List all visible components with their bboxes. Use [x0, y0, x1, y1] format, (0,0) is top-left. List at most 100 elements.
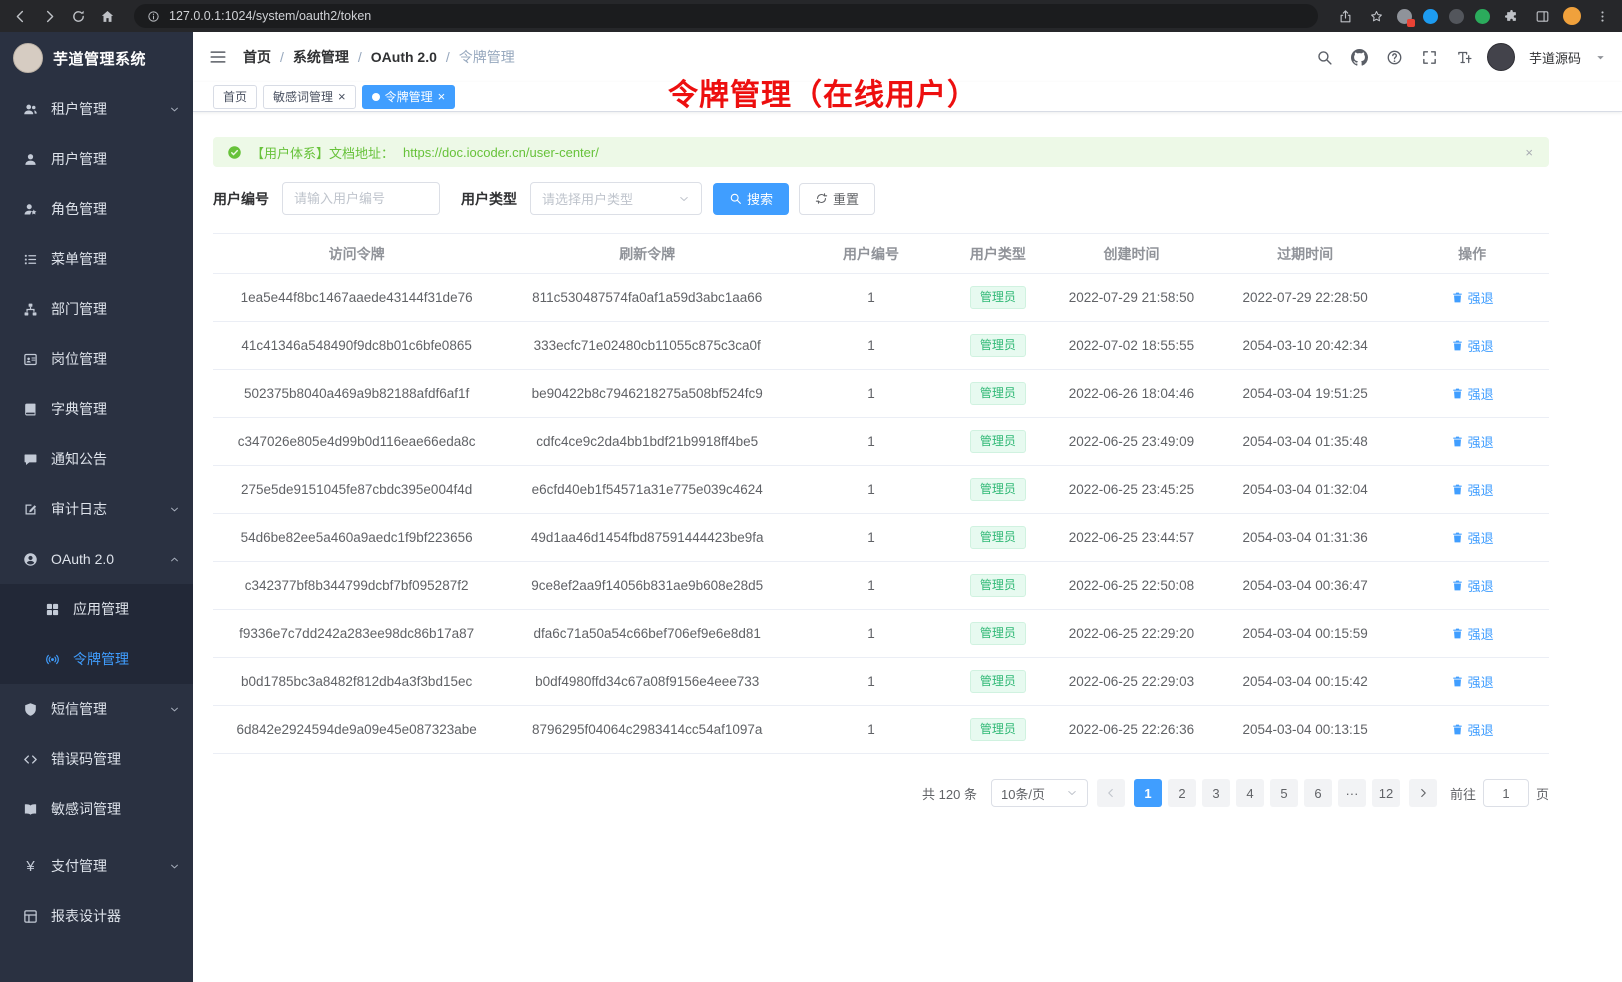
- force-logout-button[interactable]: 强退: [1451, 336, 1494, 355]
- breadcrumb-item[interactable]: 系统管理: [293, 47, 349, 67]
- help-icon[interactable]: [1386, 49, 1403, 66]
- share-icon[interactable]: [1335, 9, 1355, 24]
- sidebar-item-menu[interactable]: 菜单管理: [0, 234, 193, 284]
- hamburger-icon[interactable]: [209, 48, 227, 66]
- sidebar-item-role[interactable]: 角色管理: [0, 184, 193, 234]
- browser-reload-icon[interactable]: [68, 9, 88, 24]
- user-id-input[interactable]: [282, 182, 440, 215]
- sidebar-item-report[interactable]: 报表设计器: [0, 891, 193, 941]
- sidebar-item-error-code[interactable]: 错误码管理: [0, 734, 193, 784]
- page-button-5[interactable]: 5: [1270, 779, 1298, 807]
- search-button[interactable]: 搜索: [713, 183, 789, 215]
- side-panel-icon[interactable]: [1532, 9, 1552, 24]
- expire-time-cell: 2054-03-04 01:31:36: [1215, 514, 1395, 562]
- sidebar-item-dict[interactable]: 字典管理: [0, 384, 193, 434]
- sidebar-item-sms[interactable]: 短信管理: [0, 684, 193, 734]
- fullscreen-icon[interactable]: [1421, 49, 1438, 66]
- breadcrumb-item[interactable]: OAuth 2.0: [371, 49, 437, 65]
- extension-icon-3[interactable]: [1449, 9, 1464, 24]
- breadcrumb-item: 令牌管理: [459, 47, 515, 67]
- breadcrumb-item[interactable]: 首页: [243, 47, 271, 67]
- breadcrumb-separator: /: [280, 49, 284, 65]
- search-icon: [729, 192, 742, 205]
- bookmark-star-icon[interactable]: [1366, 9, 1386, 24]
- access-token-cell: 6d842e2924594de9a09e45e087323abe: [213, 706, 500, 754]
- caret-down-icon[interactable]: [1595, 52, 1606, 63]
- sidebar-item-notice[interactable]: 通知公告: [0, 434, 193, 484]
- sidebar-item-tenant[interactable]: 租户管理: [0, 84, 193, 134]
- user-type-cell: 管理员: [948, 658, 1048, 706]
- font-size-icon[interactable]: [1456, 49, 1473, 66]
- page-button-2[interactable]: 2: [1168, 779, 1196, 807]
- page-size-select[interactable]: 10条/页: [991, 779, 1088, 807]
- page-button-4[interactable]: 4: [1236, 779, 1264, 807]
- page-button-1[interactable]: 1: [1134, 779, 1162, 807]
- user-id-cell: 1: [794, 514, 948, 562]
- force-logout-button[interactable]: 强退: [1451, 480, 1494, 499]
- reset-button[interactable]: 重置: [799, 183, 875, 215]
- extension-icon-1[interactable]: [1397, 9, 1412, 24]
- extension-icon-2[interactable]: [1423, 9, 1438, 24]
- force-logout-button[interactable]: 强退: [1451, 432, 1494, 451]
- sidebar-item-user[interactable]: 用户管理: [0, 134, 193, 184]
- tab-sensitive-word[interactable]: 敏感词管理 ×: [263, 85, 356, 109]
- browser-back-icon[interactable]: [10, 9, 30, 24]
- user-id-cell: 1: [794, 322, 948, 370]
- site-info-icon[interactable]: [146, 10, 161, 23]
- tab-home[interactable]: 首页: [213, 85, 257, 109]
- user-avatar[interactable]: [1487, 43, 1515, 71]
- search-icon[interactable]: [1316, 49, 1333, 66]
- force-logout-button[interactable]: 强退: [1451, 528, 1494, 547]
- address-bar[interactable]: 127.0.0.1:1024/system/oauth2/token: [134, 4, 1318, 28]
- force-logout-button[interactable]: 强退: [1451, 672, 1494, 691]
- sidebar-item-dept[interactable]: 部门管理: [0, 284, 193, 334]
- user-type-cell: 管理员: [948, 610, 1048, 658]
- sidebar-item-sensitive-word[interactable]: 敏感词管理: [0, 784, 193, 834]
- url-text: 127.0.0.1:1024/system/oauth2/token: [169, 9, 371, 23]
- alert-close-icon[interactable]: ×: [1525, 145, 1533, 160]
- user-type-select[interactable]: 请选择用户类型: [530, 182, 702, 215]
- expire-time-cell: 2054-03-10 20:42:34: [1215, 322, 1395, 370]
- refresh-token-cell: 49d1aa46d1454fbd87591444423be9fa: [500, 514, 794, 562]
- expire-time-cell: 2054-03-04 01:32:04: [1215, 466, 1395, 514]
- user-name[interactable]: 芋道源码: [1529, 48, 1581, 67]
- force-logout-button[interactable]: 强退: [1451, 576, 1494, 595]
- browser-menu-icon[interactable]: [1592, 9, 1612, 24]
- tab-close-icon[interactable]: ×: [338, 90, 346, 103]
- app-logo[interactable]: 芋道管理系统: [0, 32, 193, 84]
- browser-home-icon[interactable]: [97, 9, 117, 24]
- sidebar-item-audit-log[interactable]: 审计日志: [0, 484, 193, 534]
- force-logout-button[interactable]: 强退: [1451, 384, 1494, 403]
- force-logout-button[interactable]: 强退: [1451, 288, 1494, 307]
- extension-icon-4[interactable]: [1475, 9, 1490, 24]
- breadcrumb-separator: /: [446, 49, 450, 65]
- sidebar-item-oauth2-app[interactable]: 应用管理: [0, 584, 193, 634]
- page-size-value: 10条/页: [1001, 784, 1045, 803]
- force-logout-button[interactable]: 强退: [1451, 624, 1494, 643]
- prev-page-button[interactable]: [1097, 779, 1125, 807]
- sidebar-item-pay[interactable]: ¥ 支付管理: [0, 841, 193, 891]
- extensions-puzzle-icon[interactable]: [1501, 9, 1521, 24]
- github-icon[interactable]: [1351, 49, 1368, 66]
- page-button-12[interactable]: 12: [1372, 779, 1400, 807]
- create-time-cell: 2022-06-25 22:26:36: [1048, 706, 1215, 754]
- sidebar-item-post[interactable]: 岗位管理: [0, 334, 193, 384]
- sidebar-item-oauth2[interactable]: OAuth 2.0: [0, 534, 193, 584]
- page-button-6[interactable]: 6: [1304, 779, 1332, 807]
- chevron-down-icon: [169, 861, 180, 872]
- more-pages-button[interactable]: ···: [1338, 779, 1366, 807]
- browser-profile-avatar[interactable]: [1563, 7, 1581, 25]
- refresh-token-cell: cdfc4ce9c2da4bb1bdf21b9918ff4be5: [500, 418, 794, 466]
- sidebar-item-oauth2-token[interactable]: 令牌管理: [0, 634, 193, 684]
- alert-doc-link[interactable]: https://doc.iocoder.cn/user-center/: [403, 145, 599, 160]
- force-logout-button[interactable]: 强退: [1451, 720, 1494, 739]
- tab-close-icon[interactable]: ×: [438, 90, 446, 103]
- action-cell: 强退: [1395, 418, 1549, 466]
- goto-page-input[interactable]: [1483, 779, 1529, 807]
- access-token-cell: 54d6be82ee5a460a9aedc1f9bf223656: [213, 514, 500, 562]
- next-page-button[interactable]: [1409, 779, 1437, 807]
- page-button-3[interactable]: 3: [1202, 779, 1230, 807]
- code-icon: [22, 752, 39, 767]
- browser-forward-icon[interactable]: [39, 9, 59, 24]
- tab-token[interactable]: 令牌管理 ×: [362, 85, 456, 109]
